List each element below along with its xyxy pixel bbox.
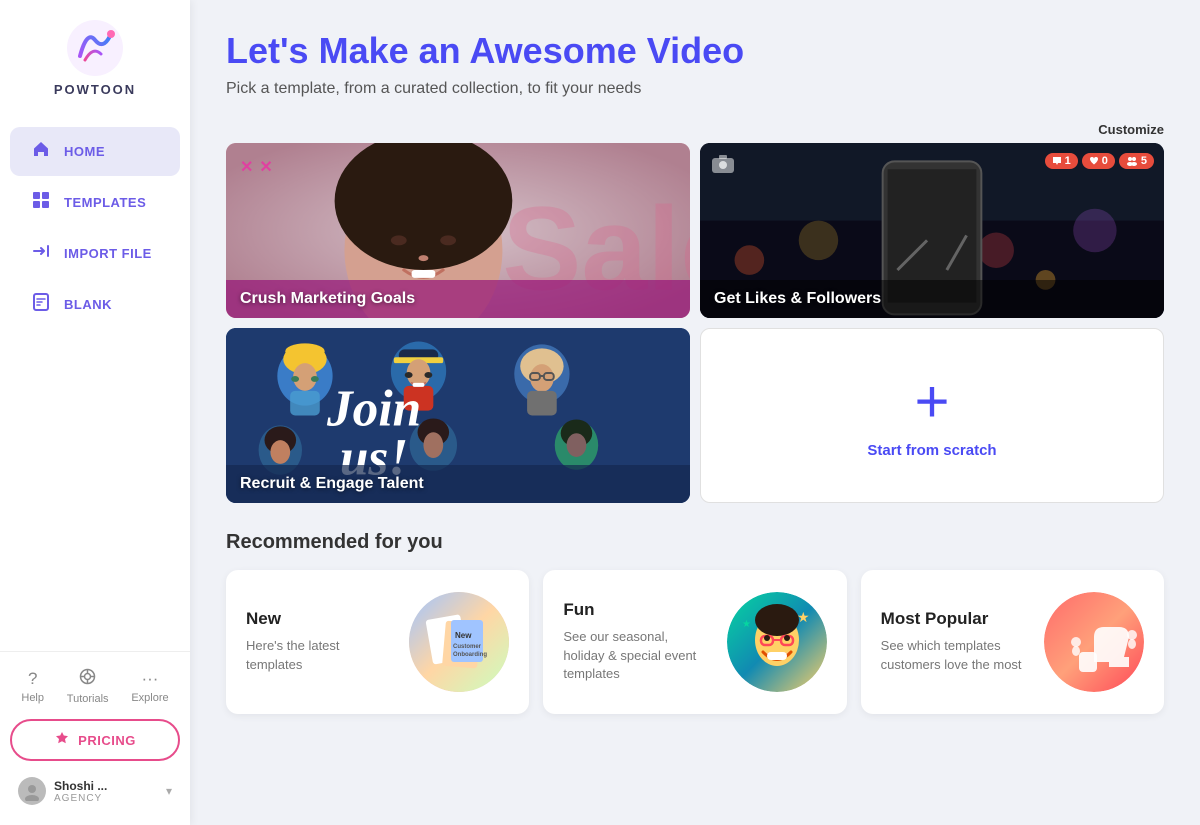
recommended-title: Recommended for you [226, 531, 1164, 554]
rec-card-fun-img: ★ ★ [727, 592, 827, 692]
people-count: 5 [1141, 155, 1147, 167]
sidebar-item-import-file[interactable]: IMPORT FILE [10, 229, 180, 278]
import-icon [30, 241, 52, 266]
explore-button[interactable]: ··· Explore [131, 669, 168, 704]
sidebar-item-label-home: HOME [64, 144, 105, 159]
main-content: Let's Make an Awesome Video Pick a templ… [190, 0, 1200, 825]
tutorials-label: Tutorials [67, 693, 109, 705]
pricing-button[interactable]: PRICING [10, 719, 180, 761]
people-badge: 5 [1119, 153, 1154, 169]
recruit-title-bar: Recruit & Engage Talent [226, 465, 690, 503]
rec-card-fun[interactable]: Fun See our seasonal, holiday & special … [543, 570, 846, 714]
rec-card-new[interactable]: New Here's the latest templates [226, 570, 529, 714]
x-marks: ✕ ✕ [240, 157, 273, 177]
recommended-section: Recommended for you New Here's the lates… [226, 531, 1164, 714]
explore-label: Explore [131, 692, 168, 704]
user-name: Shoshi ... [54, 779, 158, 793]
rec-card-new-img: New Customer Onboarding [409, 592, 509, 692]
blank-icon [30, 292, 52, 317]
template-card-recruit[interactable]: Join us! [226, 328, 690, 503]
svg-text:Onboarding: Onboarding [453, 652, 487, 658]
sidebar-item-home[interactable]: HOME [10, 127, 180, 176]
chevron-down-icon: ▾ [166, 784, 172, 798]
rec-card-fun-text: Fun See our seasonal, holiday & special … [563, 600, 710, 685]
scratch-label: Start from scratch [867, 442, 996, 459]
template-card-scratch[interactable]: + Start from scratch [700, 328, 1164, 503]
rec-card-new-title: New [246, 609, 393, 629]
help-button[interactable]: ? Help [21, 669, 44, 704]
user-info: Shoshi ... AGENCY [54, 779, 158, 804]
templates-icon [30, 190, 52, 215]
pricing-label: PRICING [78, 733, 136, 748]
likes-title-bar: Get Likes & Followers [700, 280, 1164, 318]
rec-card-fun-title: Fun [563, 600, 710, 620]
new-img-content: New Customer Onboarding [409, 592, 509, 692]
scratch-plus-icon: + [914, 372, 949, 432]
template-card-crush[interactable]: Sale ✕ ✕ [226, 143, 690, 318]
user-row[interactable]: Shoshi ... AGENCY ▾ [10, 773, 180, 809]
page-title: Let's Make an Awesome Video [226, 30, 1164, 72]
sidebar-item-label-blank: BLANK [64, 297, 112, 312]
nav: HOME TEMPLATES IMPORT FILE [0, 125, 190, 651]
sidebar-item-label-templates: TEMPLATES [64, 195, 146, 210]
rec-card-new-text: New Here's the latest templates [246, 609, 393, 675]
sidebar-item-blank[interactable]: BLANK [10, 280, 180, 329]
powtoon-logo-icon [65, 18, 125, 78]
pricing-icon [54, 730, 70, 750]
explore-icon: ··· [141, 669, 158, 689]
user-avatar [18, 777, 46, 805]
template-grid: Sale ✕ ✕ [226, 143, 1164, 503]
comment-badge: 1 [1045, 153, 1078, 169]
x-mark-2: ✕ [259, 157, 272, 177]
help-label: Help [21, 692, 44, 704]
social-badges: 1 0 5 [1045, 153, 1154, 169]
svg-text:★: ★ [797, 609, 810, 625]
logo-area: POWTOON [54, 18, 136, 97]
crush-title-bar: Crush Marketing Goals [226, 280, 690, 318]
help-icon: ? [28, 669, 37, 689]
svg-text:★: ★ [742, 619, 751, 630]
x-mark-1: ✕ [240, 157, 253, 177]
rec-card-fun-desc: See our seasonal, holiday & special even… [563, 628, 710, 685]
customize-label[interactable]: Customize [1098, 122, 1164, 137]
crush-card-title: Crush Marketing Goals [240, 290, 415, 307]
rec-card-popular-img [1044, 592, 1144, 692]
tutorials-button[interactable]: Tutorials [67, 668, 109, 705]
page-subtitle: Pick a template, from a curated collecti… [226, 80, 1164, 98]
tutorials-icon [79, 668, 96, 690]
sidebar-item-templates[interactable]: TEMPLATES [10, 178, 180, 227]
rec-card-popular-text: Most Popular See which templates custome… [881, 609, 1028, 675]
rec-cards: New Here's the latest templates [226, 570, 1164, 714]
likes-card-title: Get Likes & Followers [714, 290, 881, 307]
template-card-likes[interactable]: 1 0 5 Get Likes & Followers [700, 143, 1164, 318]
sidebar-bottom: ? Help Tutorials ··· E [0, 651, 190, 825]
rec-card-popular-title: Most Popular [881, 609, 1028, 629]
svg-text:Customer: Customer [453, 644, 482, 650]
user-role: AGENCY [54, 793, 158, 804]
svg-text:New: New [455, 631, 472, 640]
logo-text: POWTOON [54, 82, 136, 97]
sidebar-item-label-import: IMPORT FILE [64, 246, 152, 261]
help-row: ? Help Tutorials ··· E [10, 668, 180, 705]
rec-card-new-desc: Here's the latest templates [246, 637, 393, 675]
sidebar: POWTOON HOME TEMPLATES [0, 0, 190, 825]
heart-count: 0 [1102, 155, 1108, 167]
rec-card-popular[interactable]: Most Popular See which templates custome… [861, 570, 1164, 714]
heart-badge: 0 [1082, 153, 1115, 169]
comment-count: 1 [1065, 155, 1071, 167]
customize-row: Customize [226, 122, 1164, 137]
rec-card-popular-desc: See which templates customers love the m… [881, 637, 1028, 675]
home-icon [30, 139, 52, 164]
recruit-card-title: Recruit & Engage Talent [240, 475, 424, 492]
